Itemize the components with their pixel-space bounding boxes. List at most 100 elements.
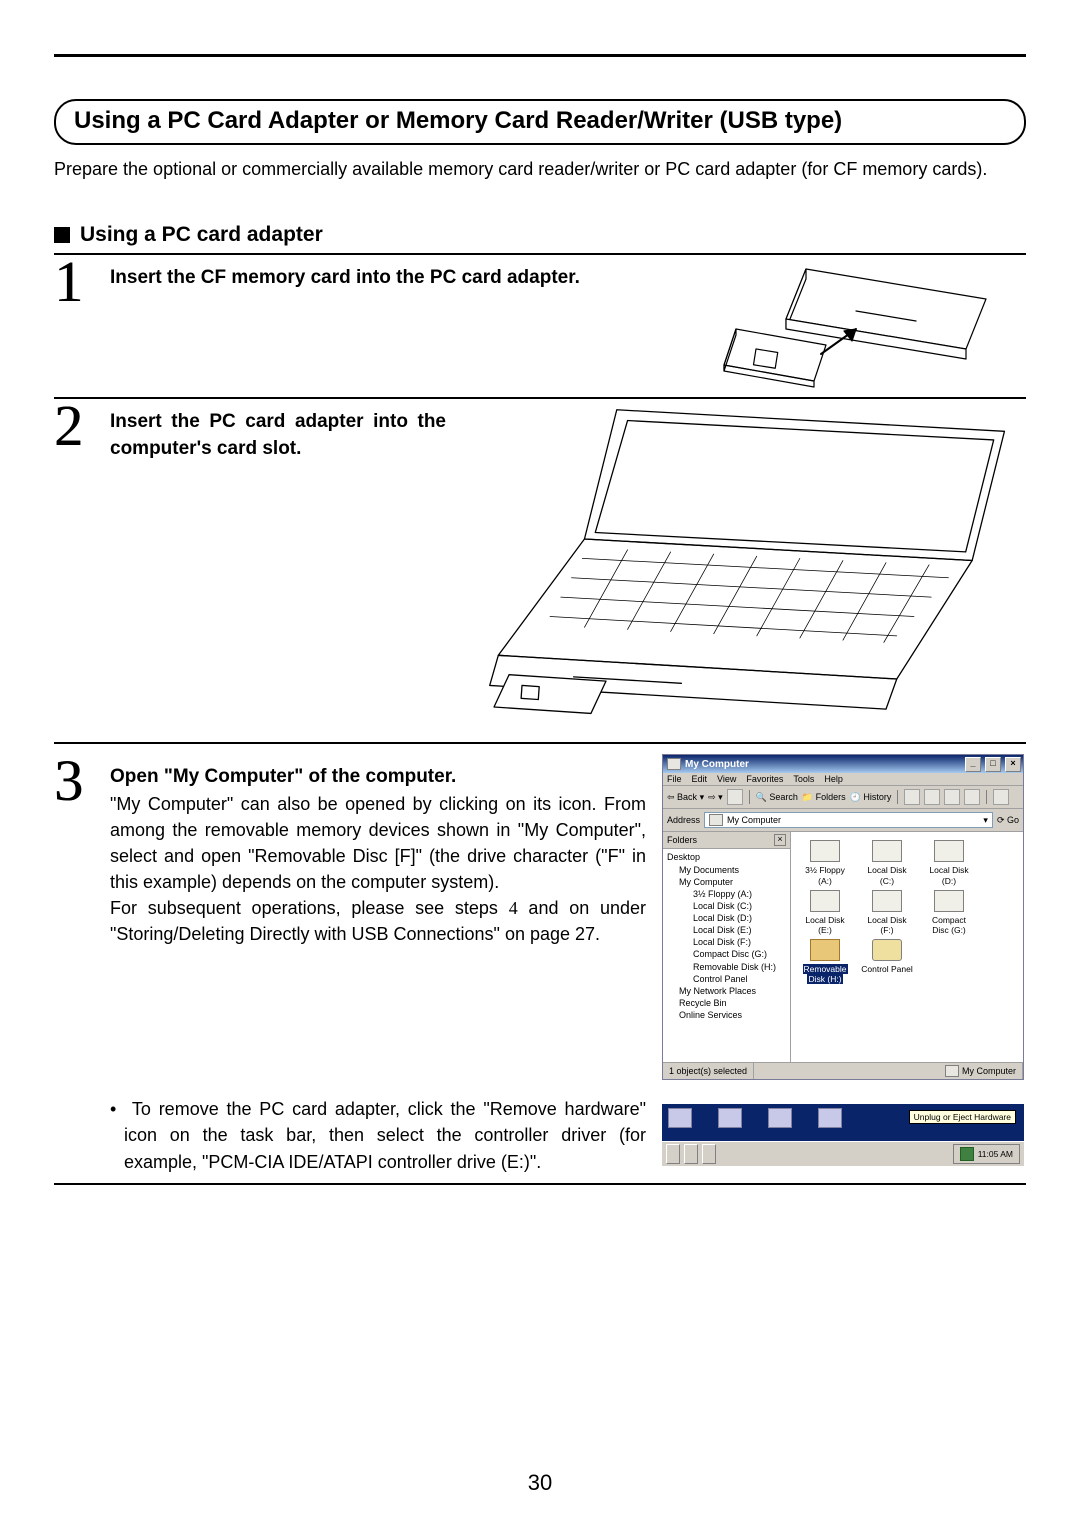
step-2-illustration <box>466 399 1026 722</box>
my-computer-window: My Computer _ □ × File Edit View Favorit… <box>662 754 1024 1080</box>
desktop-shortcut-icon[interactable] <box>718 1108 742 1130</box>
tree-item[interactable]: 3½ Floppy (A:) <box>665 888 788 900</box>
tree-item[interactable]: Local Disk (E:) <box>665 924 788 936</box>
menu-edit[interactable]: Edit <box>692 774 708 784</box>
step-1: 1 Insert the CF memory card into the PC … <box>54 255 686 292</box>
tree-item[interactable]: My Computer <box>665 876 788 888</box>
up-button[interactable] <box>727 789 743 805</box>
step-3-body2-a: For subsequent operations, please see st… <box>110 898 509 918</box>
menu-tools[interactable]: Tools <box>793 774 814 784</box>
computer-icon <box>709 814 723 826</box>
step-3-screenshot: My Computer _ □ × File Edit View Favorit… <box>662 754 1026 1080</box>
status-bar: 1 object(s) selected My Computer <box>663 1062 1023 1079</box>
desktop-tray: Unplug or Eject Hardware 11:05 AM <box>662 1104 1024 1166</box>
views-button[interactable] <box>993 789 1009 805</box>
drive-list: 3½ Floppy (A:) Local Disk (C:) Local Dis… <box>791 832 1023 1062</box>
menu-file[interactable]: File <box>667 774 682 784</box>
step-2-title: Insert the PC card adapter into the comp… <box>110 409 446 462</box>
history-button[interactable]: 🕘 History <box>850 792 892 803</box>
tree-item[interactable]: My Network Places <box>665 985 788 997</box>
tree-item[interactable]: Local Disk (D:) <box>665 912 788 924</box>
step-1-illustration <box>706 255 1026 389</box>
system-tray[interactable]: 11:05 AM <box>953 1144 1020 1164</box>
step-number-3: 3 <box>54 752 83 810</box>
tree-item[interactable]: Recycle Bin <box>665 997 788 1009</box>
titlebar: My Computer _ □ × <box>663 755 1023 773</box>
step-2: 2 Insert the PC card adapter into the co… <box>54 399 446 462</box>
menu-help[interactable]: Help <box>824 774 843 784</box>
control-panel[interactable]: Control Panel <box>861 939 913 984</box>
sub-heading-text: Using a PC card adapter <box>80 223 323 247</box>
task-button[interactable] <box>702 1144 716 1164</box>
folders-button[interactable]: 📁 Folders <box>802 792 846 803</box>
address-label: Address <box>667 815 700 825</box>
tool-icon[interactable] <box>964 789 980 805</box>
address-value: My Computer <box>727 815 781 825</box>
remove-hardware-icon[interactable] <box>960 1147 974 1161</box>
folders-pane: Folders × Desktop My Documents My Comput… <box>663 832 791 1062</box>
task-button[interactable] <box>684 1144 698 1164</box>
menu-bar: File Edit View Favorites Tools Help <box>663 773 1023 786</box>
folders-header: Folders <box>667 835 697 845</box>
tray-clock: 11:05 AM <box>978 1149 1013 1159</box>
section-title: Using a PC Card Adapter or Memory Card R… <box>54 99 1026 145</box>
step-3-body2: For subsequent operations, please see st… <box>110 895 646 947</box>
tree-item[interactable]: Control Panel <box>665 973 788 985</box>
desktop-shortcut-icon[interactable] <box>668 1108 692 1130</box>
tree-item[interactable]: Desktop <box>665 851 788 863</box>
search-button[interactable]: 🔍 Search <box>756 792 798 803</box>
desktop-shortcut-icon[interactable] <box>818 1108 842 1130</box>
step-1-title: Insert the CF memory card into the PC ca… <box>110 265 686 292</box>
window-title: My Computer <box>685 759 749 770</box>
address-input[interactable]: My Computer ▾ <box>704 812 993 828</box>
status-left: 1 object(s) selected <box>663 1063 754 1079</box>
drive-f[interactable]: Local Disk (F:) <box>861 890 913 935</box>
sub-heading: Using a PC card adapter <box>54 223 1026 247</box>
drive-c[interactable]: Local Disk (C:) <box>861 840 913 885</box>
tree-item[interactable]: Online Services <box>665 1009 788 1021</box>
forward-button[interactable]: ⇨ ▾ <box>708 792 723 803</box>
tray-tooltip: Unplug or Eject Hardware <box>909 1110 1016 1124</box>
go-button[interactable]: ⟳ Go <box>997 815 1019 826</box>
step-number-1: 1 <box>54 253 83 311</box>
dropdown-icon[interactable]: ▾ <box>983 815 988 826</box>
taskbar-illustration: Unplug or Eject Hardware 11:05 AM <box>662 1096 1026 1166</box>
step-ref-glyph: 4 <box>509 895 518 921</box>
tree-item[interactable]: Removable Disk (H:) <box>665 961 788 973</box>
start-button[interactable] <box>666 1144 680 1164</box>
drive-removable-h[interactable]: RemovableDisk (H:) <box>799 939 851 984</box>
folder-tree[interactable]: Desktop My Documents My Computer 3½ Flop… <box>663 849 790 1023</box>
minimize-button[interactable]: _ <box>965 757 981 772</box>
desktop-shortcut-icon[interactable] <box>768 1108 792 1130</box>
tool-icon[interactable] <box>944 789 960 805</box>
step-number-2: 2 <box>54 397 83 455</box>
tree-item[interactable]: Local Disk (F:) <box>665 936 788 948</box>
computer-icon <box>667 758 681 770</box>
drive-floppy[interactable]: 3½ Floppy (A:) <box>799 840 851 885</box>
toolbar: ⇦ Back ▾ ⇨ ▾ 🔍 Search 📁 Folders 🕘 Histor… <box>663 786 1023 809</box>
tool-icon[interactable] <box>904 789 920 805</box>
close-button[interactable]: × <box>1005 757 1021 772</box>
end-divider <box>54 1183 1026 1185</box>
tool-icon[interactable] <box>924 789 940 805</box>
drive-e[interactable]: Local Disk (E:) <box>799 890 851 935</box>
close-pane-button[interactable]: × <box>774 834 786 846</box>
tree-item[interactable]: Local Disk (C:) <box>665 900 788 912</box>
bullet-note: • To remove the PC card adapter, click t… <box>110 1096 646 1174</box>
menu-favorites[interactable]: Favorites <box>746 774 783 784</box>
menu-view[interactable]: View <box>717 774 736 784</box>
step-3-body1: "My Computer" can also be opened by clic… <box>110 791 646 895</box>
tree-item[interactable]: My Documents <box>665 864 788 876</box>
intro-paragraph: Prepare the optional or commercially ava… <box>54 157 1026 181</box>
back-button[interactable]: ⇦ Back ▾ <box>667 792 704 803</box>
drive-d[interactable]: Local Disk (D:) <box>923 840 975 885</box>
page-number: 30 <box>0 1470 1080 1496</box>
maximize-button[interactable]: □ <box>985 757 1001 772</box>
address-bar: Address My Computer ▾ ⟳ Go <box>663 809 1023 832</box>
step-3-title: Open "My Computer" of the computer. <box>110 764 646 791</box>
tree-item[interactable]: Compact Disc (G:) <box>665 948 788 960</box>
top-rule <box>54 54 1026 57</box>
taskbar: 11:05 AM <box>662 1141 1024 1166</box>
computer-icon <box>945 1065 959 1077</box>
drive-g[interactable]: Compact Disc (G:) <box>923 890 975 935</box>
